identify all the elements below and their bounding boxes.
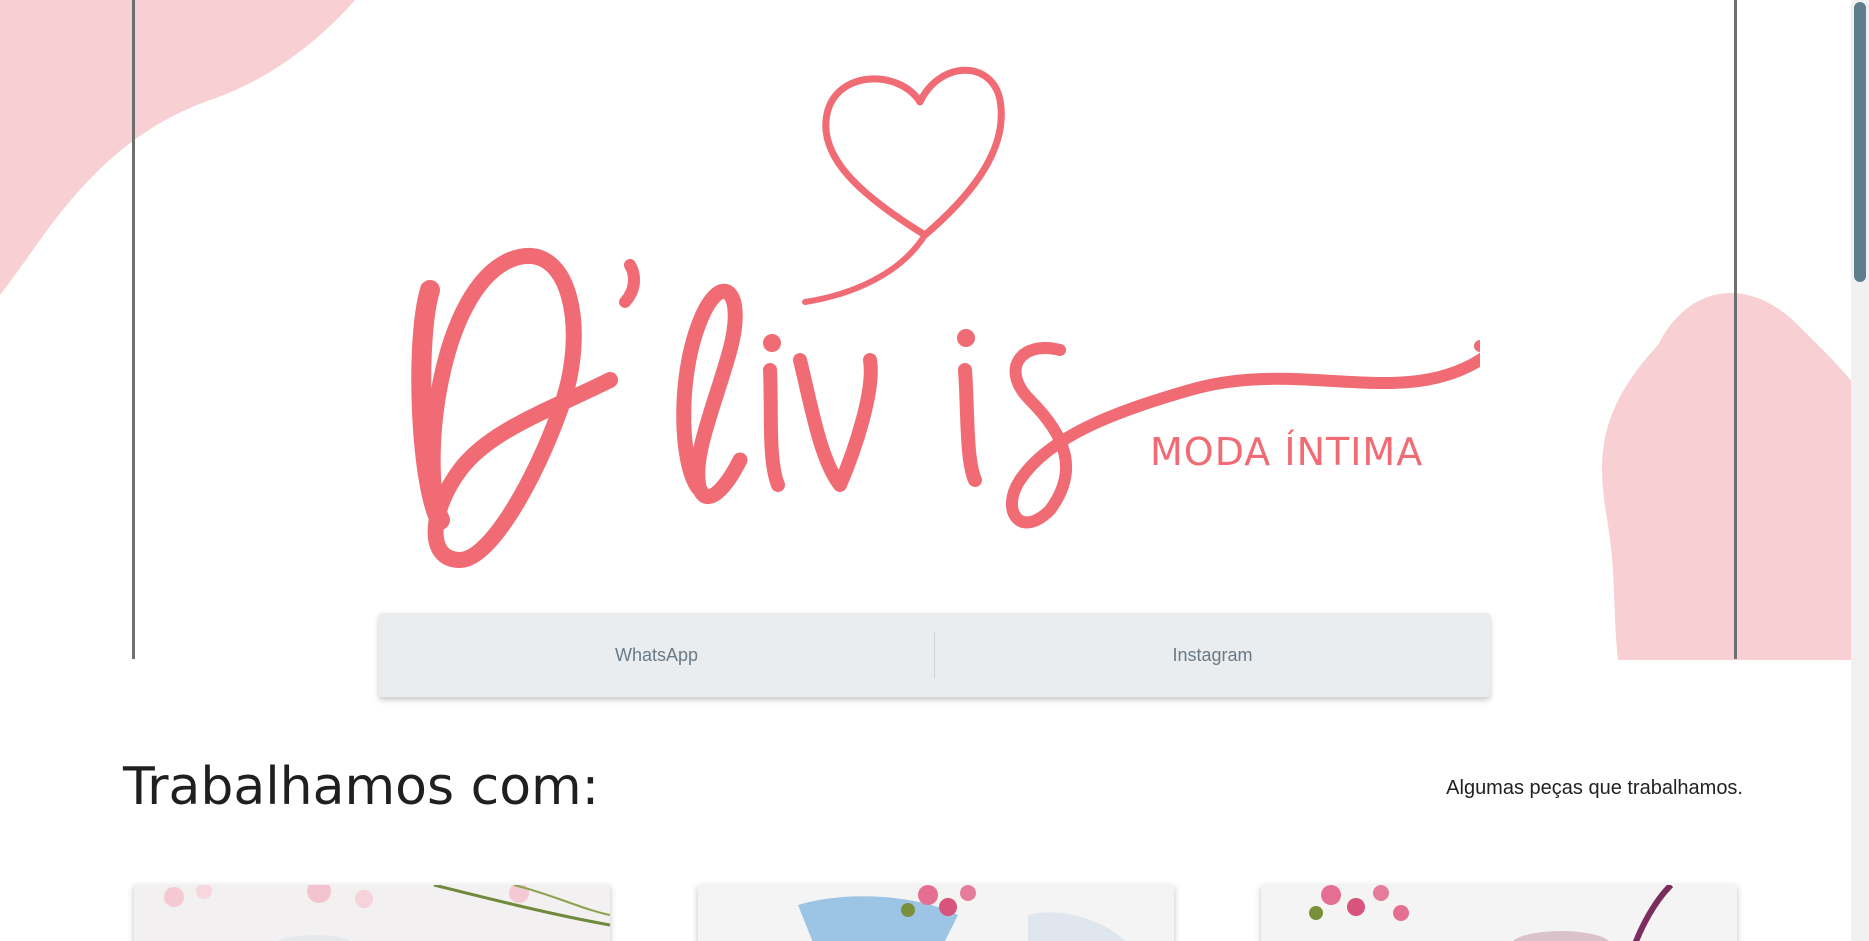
scrollbar-thumb[interactable] <box>1854 2 1866 282</box>
instagram-link[interactable]: Instagram <box>935 613 1490 697</box>
product-card-2[interactable] <box>698 885 1174 941</box>
product-card-3[interactable] <box>1261 885 1737 941</box>
product-card-1[interactable] <box>134 885 610 941</box>
page-scrollbar[interactable] <box>1851 0 1869 941</box>
decorative-blob-left <box>0 0 355 295</box>
brand-logo-script <box>411 66 1480 568</box>
page: MODA ÍNTIMA WhatsApp Instagram Trabalham… <box>0 0 1869 941</box>
product-image-3 <box>1261 885 1737 941</box>
hero-frame-left-line <box>132 0 135 659</box>
section-subtitle: Algumas peças que trabalhamos. <box>1446 777 1743 799</box>
brand-tagline: MODA ÍNTIMA <box>1150 430 1424 474</box>
hero-frame-right-line <box>1734 0 1737 659</box>
section-title: Trabalhamos com: <box>123 757 600 817</box>
brand-logo <box>400 40 1480 580</box>
product-image-1 <box>134 885 610 941</box>
whatsapp-link[interactable]: WhatsApp <box>379 613 934 697</box>
product-image-2 <box>698 885 1174 941</box>
social-links-bar: WhatsApp Instagram <box>379 613 1490 697</box>
